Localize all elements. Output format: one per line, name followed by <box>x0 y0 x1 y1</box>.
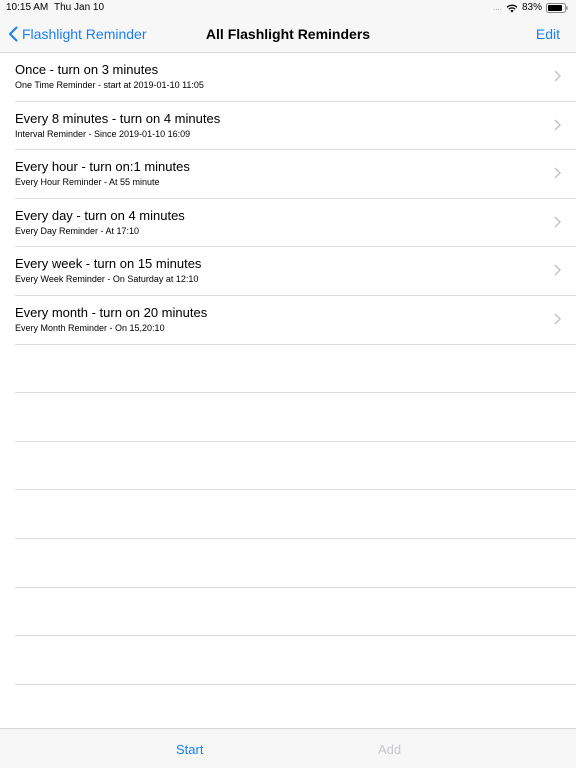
reminder-row[interactable]: Every hour - turn on:1 minutes Every Hou… <box>15 150 576 199</box>
empty-row <box>15 442 576 491</box>
chevron-right-icon <box>554 264 561 276</box>
reminder-row[interactable]: Every month - turn on 20 minutes Every M… <box>15 296 576 345</box>
reminder-title: Every month - turn on 20 minutes <box>15 304 208 320</box>
chevron-right-icon <box>554 167 561 179</box>
empty-row <box>15 539 576 588</box>
empty-row <box>15 588 576 637</box>
reminder-subtitle: Interval Reminder - Since 2019-01-10 16:… <box>15 128 191 139</box>
navigation-bar: Flashlight Reminder All Flashlight Remin… <box>0 16 576 53</box>
status-time: 10:15 AM <box>6 2 49 13</box>
reminder-subtitle: Every Week Reminder - On Saturday at 12:… <box>15 274 199 285</box>
reminder-title: Every hour - turn on:1 minutes <box>15 159 190 175</box>
reminder-row[interactable]: Every 8 minutes - turn on 4 minutes Inte… <box>15 102 576 151</box>
reminder-title: Every week - turn on 15 minutes <box>15 256 202 272</box>
reminder-row[interactable]: Every day - turn on 4 minutes Every Day … <box>15 199 576 248</box>
chevron-right-icon <box>554 119 561 131</box>
reminder-title: Every 8 minutes - turn on 4 minutes <box>15 110 221 126</box>
status-indicators: .... 83% <box>493 2 568 13</box>
edit-button[interactable]: Edit <box>536 26 560 42</box>
reminder-title: Every day - turn on 4 minutes <box>15 207 185 223</box>
signal-indicator: .... <box>493 2 502 12</box>
reminder-subtitle: Every Month Reminder - On 15,20:10 <box>15 322 165 333</box>
empty-row <box>15 490 576 539</box>
start-button[interactable]: Start <box>176 742 203 757</box>
empty-row <box>15 393 576 442</box>
empty-row <box>15 345 576 394</box>
wifi-icon <box>506 4 518 12</box>
chevron-right-icon <box>554 216 561 228</box>
reminder-subtitle: One Time Reminder - start at 2019-01-10 … <box>15 80 204 90</box>
bottom-toolbar: Start Add <box>0 728 576 768</box>
page-title: All Flashlight Reminders <box>205 26 371 42</box>
reminder-title: Once - turn on 3 minutes <box>15 62 159 77</box>
reminder-subtitle: Every Hour Reminder - At 55 minute <box>15 177 160 188</box>
battery-icon <box>546 2 568 13</box>
status-bar: 10:15 AM Thu Jan 10 .... 83% <box>0 0 576 16</box>
status-date: Thu Jan 10 <box>54 2 105 13</box>
reminder-list: Once - turn on 3 minutes One Time Remind… <box>0 53 576 685</box>
reminder-row[interactable]: Every week - turn on 15 minutes Every We… <box>15 247 576 296</box>
reminder-row[interactable]: Once - turn on 3 minutes One Time Remind… <box>15 53 576 102</box>
chevron-right-icon <box>554 70 561 82</box>
empty-row <box>15 636 576 685</box>
chevron-right-icon <box>554 313 561 325</box>
add-button: Add <box>378 742 402 757</box>
reminder-subtitle: Every Day Reminder - At 17:10 <box>15 225 140 236</box>
battery-percent: 83% <box>521 2 542 13</box>
